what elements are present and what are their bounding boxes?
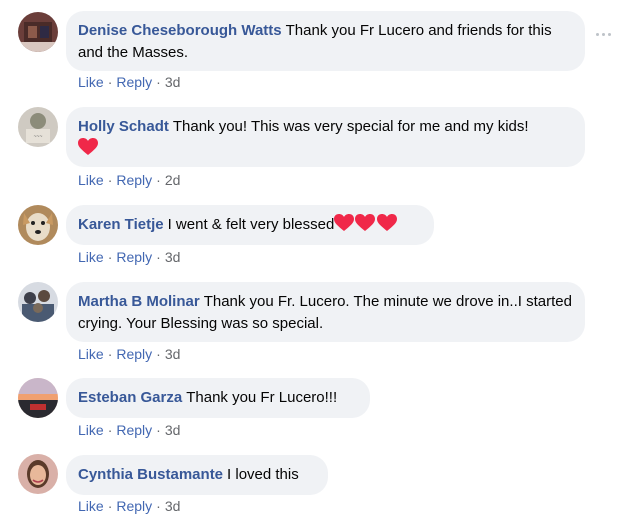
separator: ·: [107, 249, 113, 265]
comment-age[interactable]: 2d: [165, 172, 181, 188]
separator: ·: [156, 346, 161, 362]
avatar[interactable]: [18, 454, 58, 494]
comment-author[interactable]: Esteban Garza: [78, 389, 182, 406]
comment-bubble: Martha B Molinar Thank you Fr. Lucero. Th…: [66, 282, 585, 342]
comment-actions: Like · Reply · 3d: [78, 345, 180, 363]
comment-bubble: Karen Tietje I went & felt very blessed: [66, 205, 434, 245]
like-link[interactable]: Like: [78, 498, 104, 514]
separator: ·: [156, 249, 161, 265]
separator: ·: [156, 498, 161, 514]
comment-age[interactable]: 3d: [165, 346, 181, 362]
comment-author[interactable]: Holly Schadt: [78, 118, 169, 135]
red-heart-icon: [377, 214, 398, 231]
comment-actions: Like · Reply · 3d: [78, 497, 180, 515]
comment-author[interactable]: Martha B Molinar: [78, 293, 200, 310]
like-link[interactable]: Like: [78, 74, 104, 90]
red-heart-icon: [78, 138, 98, 155]
reply-link[interactable]: Reply: [116, 346, 152, 362]
comment-actions: Like · Reply · 3d: [78, 248, 180, 266]
comment-bubble: Cynthia Bustamante I loved this: [66, 455, 328, 495]
separator: ·: [107, 422, 113, 438]
avatar[interactable]: [18, 205, 58, 245]
svg-text:~~~: ~~~: [34, 134, 43, 140]
more-options-icon[interactable]: [596, 33, 611, 36]
comment-actions: Like · Reply · 3d: [78, 421, 180, 439]
avatar[interactable]: [18, 282, 58, 322]
comment-age[interactable]: 3d: [165, 74, 181, 90]
avatar[interactable]: ~~~: [18, 107, 58, 147]
comment-bubble: Holly Schadt Thank you! This was very spe…: [66, 107, 585, 167]
separator: ·: [107, 498, 113, 514]
reply-link[interactable]: Reply: [116, 422, 152, 438]
comment-bubble: Esteban Garza Thank you Fr Lucero!!!: [66, 378, 370, 418]
separator: ·: [156, 422, 161, 438]
reply-link[interactable]: Reply: [116, 498, 152, 514]
comment-text: I went & felt very blessed: [167, 216, 335, 233]
separator: ·: [156, 74, 161, 90]
comment-author[interactable]: Karen Tietje: [78, 216, 164, 233]
comment-age[interactable]: 3d: [165, 422, 181, 438]
like-link[interactable]: Like: [78, 346, 104, 362]
reply-link[interactable]: Reply: [116, 74, 152, 90]
separator: ·: [107, 74, 113, 90]
avatar[interactable]: [18, 378, 58, 418]
separator: ·: [156, 172, 161, 188]
like-link[interactable]: Like: [78, 249, 104, 265]
comment-age[interactable]: 3d: [165, 249, 181, 265]
comment-author[interactable]: Denise Cheseborough Watts: [78, 22, 282, 39]
like-link[interactable]: Like: [78, 422, 104, 438]
avatar[interactable]: [18, 12, 58, 52]
comment-author[interactable]: Cynthia Bustamante: [78, 466, 223, 483]
comment-text: Thank you! This was very special for me …: [172, 118, 529, 135]
red-heart-icon: [355, 214, 376, 231]
comment-text: Thank you Fr Lucero!!!: [186, 389, 338, 406]
reply-link[interactable]: Reply: [116, 249, 152, 265]
comment-actions: Like · Reply · 3d: [78, 73, 180, 91]
comment-bubble: Denise Cheseborough Watts Thank you Fr Lu…: [66, 11, 585, 71]
comment-age[interactable]: 3d: [165, 498, 181, 514]
reply-link[interactable]: Reply: [116, 172, 152, 188]
like-link[interactable]: Like: [78, 172, 104, 188]
comment-text: I loved this: [227, 466, 299, 483]
red-heart-icon: [334, 214, 355, 231]
separator: ·: [107, 172, 113, 188]
separator: ·: [107, 346, 113, 362]
comment-actions: Like · Reply · 2d: [78, 171, 180, 189]
